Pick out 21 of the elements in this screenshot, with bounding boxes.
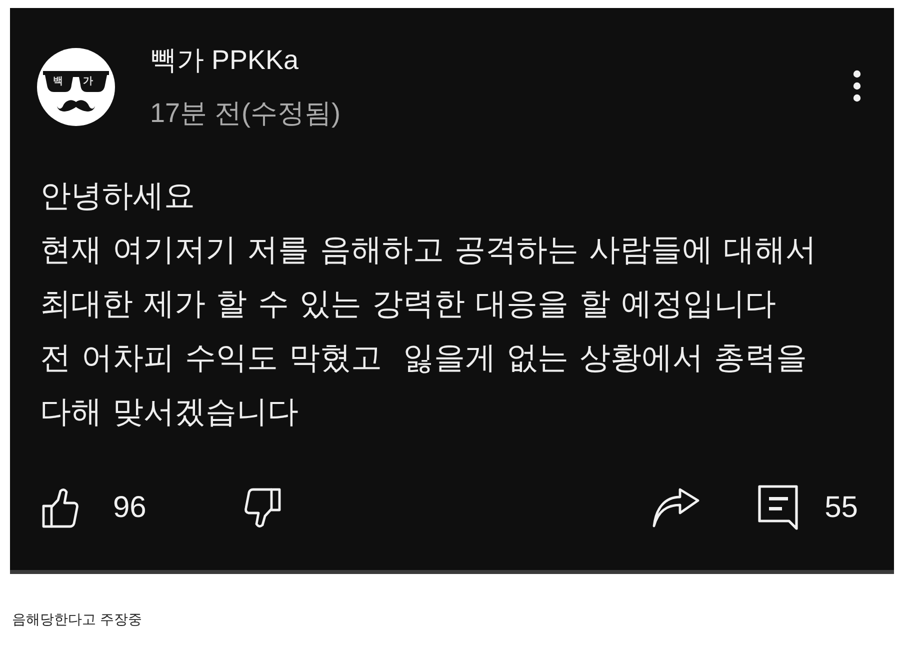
thumbs-up-icon bbox=[42, 488, 79, 528]
reply-count: 55 bbox=[824, 490, 858, 526]
timestamp: 17분 전(수정됨) bbox=[150, 97, 341, 130]
avatar-text: 백 bbox=[53, 76, 63, 88]
share-arrow-icon bbox=[652, 488, 700, 528]
reply-button[interactable] bbox=[758, 485, 798, 530]
more-options-icon bbox=[853, 70, 861, 102]
like-button[interactable] bbox=[42, 488, 79, 528]
share-button[interactable] bbox=[652, 488, 700, 528]
mustache-icon bbox=[57, 99, 95, 113]
avatar[interactable]: 백 가 bbox=[37, 48, 115, 126]
avatar-text: 가 bbox=[83, 76, 93, 88]
comment-text: 안녕하세요 현재 여기저기 저를 음해하고 공격하는 사람들에 대해서 최대한 제가 할 수 있는 강력한 대응을 할 예정입니다 전 어차피 수익도 막혔고 잃을게 없는 상황에서 총력을 다해 맞서겠습니다 bbox=[40, 177, 818, 431]
sunglasses-icon bbox=[43, 71, 109, 93]
like-count: 96 bbox=[113, 490, 146, 526]
thumbs-down-icon bbox=[244, 488, 282, 528]
more-menu-button[interactable] bbox=[853, 70, 861, 102]
author-name[interactable]: 빽가 PPKKa bbox=[150, 43, 299, 77]
dislike-button[interactable] bbox=[244, 488, 282, 528]
comment-icon bbox=[758, 485, 798, 530]
caption-text: 음해당한다고 주장중 bbox=[12, 610, 143, 628]
